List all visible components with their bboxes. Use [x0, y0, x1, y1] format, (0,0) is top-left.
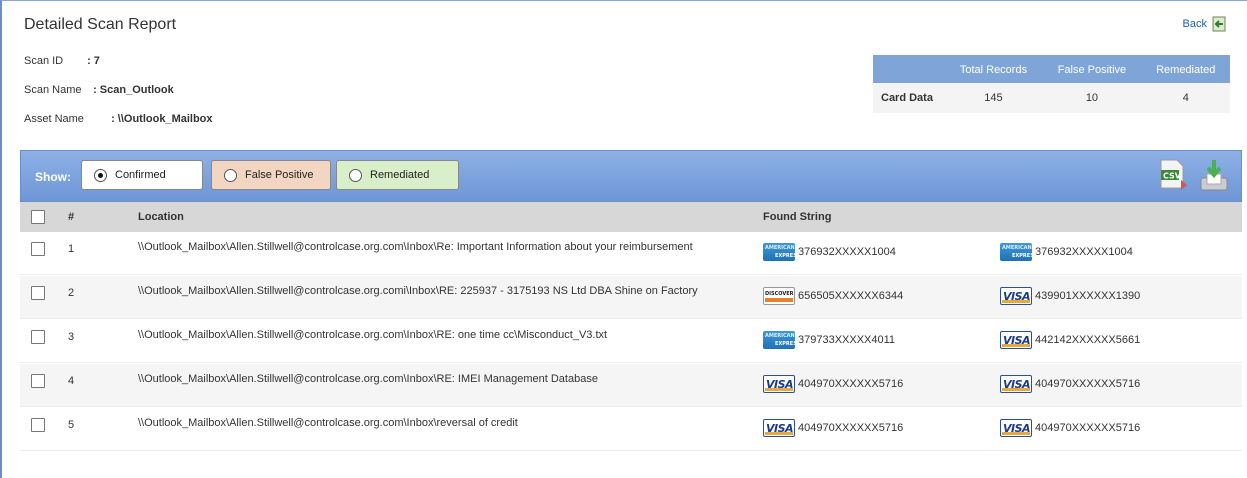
row-number: 4 — [68, 375, 75, 387]
found-string-value: 439901XXXXXX1390 — [1035, 290, 1141, 302]
summary-table: Total Records False Positive Remediated … — [873, 55, 1230, 113]
found-string-value: 404970XXXXXX5716 — [798, 378, 904, 390]
found-string: 404970XXXXXX5716 — [1000, 375, 1140, 393]
found-string: 442142XXXXXX5661 — [1000, 331, 1140, 349]
back-button[interactable]: Back — [1183, 16, 1227, 32]
row-location: \\Outlook_Mailbox\Allen.Stillwell@contro… — [138, 241, 693, 253]
asset-name-value: : \\Outlook_Mailbox — [111, 113, 213, 125]
table-row: 1 \\Outlook_Mailbox\Allen.Stillwell@contr… — [20, 232, 1242, 275]
scan-name-label: Scan Name — [24, 84, 82, 96]
found-string-value: 404970XXXXXX5716 — [1035, 378, 1141, 390]
row-number: 2 — [68, 287, 75, 299]
found-string: 404970XXXXXX5716 — [763, 419, 903, 437]
summary-header-total: Total Records — [944, 55, 1043, 83]
show-label: Show: — [35, 170, 71, 184]
row-number: 3 — [68, 331, 75, 343]
visa-icon — [1000, 331, 1032, 349]
found-string: 656505XXXXXX6344 — [763, 287, 903, 305]
scan-id-value: : 7 — [87, 55, 100, 67]
scan-name-row: Scan Name : Scan_Outlook — [24, 84, 174, 96]
found-string: 376932XXXXX1004 — [1000, 243, 1133, 261]
amex-icon — [763, 331, 800, 349]
row-checkbox[interactable] — [31, 242, 45, 256]
filter-remediated-label: Remediated — [370, 169, 430, 181]
summary-header-false-positive: False Positive — [1042, 55, 1142, 83]
summary-remediated-value: 4 — [1141, 83, 1230, 113]
found-string-value: 379733XXXXX4011 — [798, 334, 896, 346]
amex-icon — [763, 243, 800, 261]
select-all-checkbox[interactable] — [31, 210, 45, 224]
header-location: Location — [138, 211, 184, 223]
found-string-value: 442142XXXXXX5661 — [1035, 334, 1141, 346]
found-string: 379733XXXXX4011 — [763, 331, 895, 349]
table-row: 3 \\Outlook_Mailbox\Allen.Stillwell@contr… — [20, 320, 1242, 363]
row-location: \\Outlook_Mailbox\Allen.Stillwell@contro… — [138, 373, 598, 385]
table-row: 5 \\Outlook_Mailbox\Allen.Stillwell@contr… — [20, 408, 1242, 451]
visa-icon — [763, 419, 795, 437]
svg-text:CSV: CSV — [1163, 172, 1182, 181]
scan-id-label: Scan ID — [24, 55, 64, 67]
radio-unchecked-icon — [349, 168, 362, 182]
row-checkbox[interactable] — [31, 374, 45, 388]
filter-confirmed-radio[interactable]: Confirmed — [81, 160, 203, 190]
found-string-value: 656505XXXXXX6344 — [798, 290, 904, 302]
download-icon[interactable] — [1197, 158, 1231, 194]
filter-false-positive-label: False Positive — [245, 169, 314, 181]
scan-id-row: Scan ID : 7 — [24, 55, 100, 67]
visa-icon — [763, 375, 795, 393]
summary-header-blank — [873, 55, 945, 83]
visa-icon — [1000, 287, 1032, 305]
filter-remediated-radio[interactable]: Remediated — [336, 160, 459, 190]
found-string: 404970XXXXXX5716 — [763, 375, 903, 393]
row-location: \\Outlook_Mailbox\Allen.Stillwell@contro… — [138, 417, 518, 429]
filter-bar: Show: Confirmed False Positive Remediate… — [20, 150, 1242, 202]
csv-export-icon[interactable]: CSV — [1159, 158, 1189, 192]
found-string: 376932XXXXX1004 — [763, 243, 896, 261]
summary-row-label: Card Data — [873, 83, 945, 113]
back-arrow-icon — [1212, 16, 1226, 32]
page-title: Detailed Scan Report — [24, 16, 177, 33]
filter-confirmed-label: Confirmed — [115, 169, 166, 181]
asset-name-row: Asset Name : \\Outlook_Mailbox — [24, 113, 213, 125]
visa-icon — [1000, 419, 1032, 437]
filter-false-positive-radio[interactable]: False Positive — [211, 160, 331, 190]
found-string: 404970XXXXXX5716 — [1000, 419, 1140, 437]
row-checkbox[interactable] — [31, 418, 45, 432]
row-number: 1 — [68, 243, 75, 255]
found-string: 439901XXXXXX1390 — [1000, 287, 1140, 305]
row-checkbox[interactable] — [31, 330, 45, 344]
grid-header: # Location Found String — [20, 202, 1242, 232]
found-string-value: 404970XXXXXX5716 — [798, 422, 904, 434]
row-number: 5 — [68, 419, 75, 431]
summary-false-positive-value: 10 — [1042, 83, 1142, 113]
visa-icon — [1000, 375, 1032, 393]
discover-icon — [763, 287, 795, 305]
table-row: 2 \\Outlook_Mailbox\Allen.Stillwell@contr… — [20, 276, 1242, 319]
found-string-value: 404970XXXXXX5716 — [1035, 422, 1141, 434]
scan-name-value: : Scan_Outlook — [93, 84, 174, 96]
back-label: Back — [1182, 18, 1207, 30]
header-number: # — [68, 211, 75, 223]
row-location: \\Outlook_Mailbox\Allen.Stillwell@contro… — [138, 285, 698, 297]
row-location: \\Outlook_Mailbox\Allen.Stillwell@contro… — [138, 329, 608, 341]
summary-total-value: 145 — [944, 83, 1043, 113]
header-found-string: Found String — [763, 211, 832, 223]
radio-checked-icon — [94, 168, 107, 182]
summary-header-remediated: Remediated — [1141, 55, 1230, 83]
radio-unchecked-icon — [224, 168, 237, 182]
found-string-value: 376932XXXXX1004 — [798, 246, 896, 258]
found-string-value: 376932XXXXX1004 — [1035, 246, 1133, 258]
asset-name-label: Asset Name — [24, 113, 84, 125]
amex-icon — [1000, 243, 1037, 261]
table-row: 4 \\Outlook_Mailbox\Allen.Stillwell@contr… — [20, 364, 1242, 407]
row-checkbox[interactable] — [31, 286, 45, 300]
